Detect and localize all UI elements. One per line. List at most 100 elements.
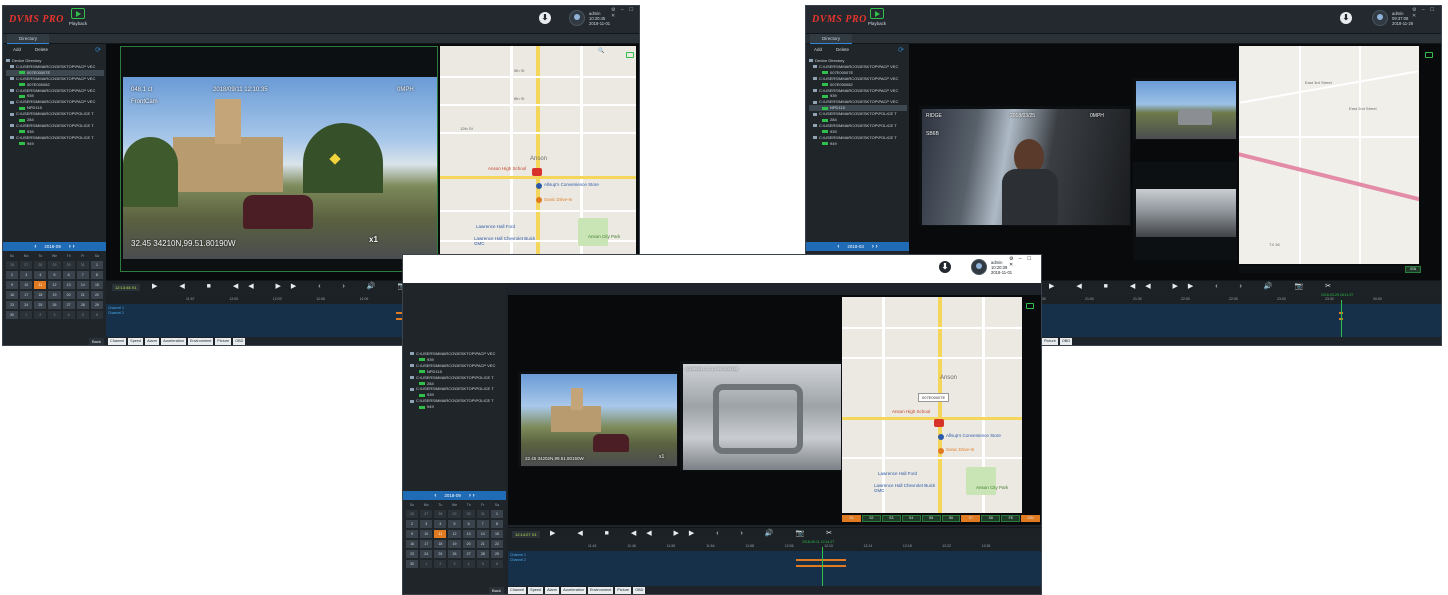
calendar-day[interactable]: 4 (462, 560, 475, 568)
calendar-day[interactable]: 21 (476, 540, 489, 548)
calendar-day[interactable]: 29 (90, 301, 103, 309)
prev-month-button[interactable]: ‹ (434, 493, 436, 499)
playback-cursor[interactable] (822, 547, 823, 586)
tree-channel[interactable]: 949 (6, 141, 104, 147)
calendar-day[interactable]: 21 (76, 291, 89, 299)
calendar-day[interactable]: 11 (34, 281, 47, 289)
download-icon[interactable]: ⬇ (539, 12, 551, 24)
calendar-day[interactable]: 1 (490, 510, 503, 518)
calendar-day[interactable]: 6 (90, 311, 103, 319)
refresh-icon[interactable]: ⟳ (95, 46, 101, 54)
calendar-day[interactable]: 15 (90, 281, 103, 289)
calendar-day[interactable]: 27 (462, 550, 475, 558)
calendar-day[interactable]: 27 (62, 301, 75, 309)
channel-button-s1[interactable]: S1 (842, 515, 861, 522)
recording-segment[interactable] (796, 565, 846, 567)
calendar-day[interactable]: 5 (476, 560, 489, 568)
next-month-button[interactable]: › › (872, 244, 878, 250)
calendar-day[interactable]: 6 (490, 560, 503, 568)
calendar-day[interactable]: 1 (420, 560, 433, 568)
calendar-day[interactable]: 26 (406, 510, 419, 518)
calendar-day[interactable]: 28 (476, 550, 489, 558)
video-panel-1[interactable]: 048.1 ct FrontCam 2018/09/11 12:10:35 0M… (120, 46, 438, 272)
tab-speed[interactable]: Speed (528, 587, 544, 594)
map-toggle-icon[interactable] (1425, 52, 1433, 58)
calendar-day[interactable]: 31 (76, 261, 89, 269)
calendar-day[interactable]: 26 (448, 550, 461, 558)
tab-obd[interactable]: OBD (233, 338, 246, 345)
calendar-day[interactable]: 13 (62, 281, 75, 289)
calendar-day[interactable]: 9 (6, 281, 19, 289)
tab-environment[interactable]: Environment (187, 338, 214, 345)
tree-device[interactable]: C:\USERS\MMARCO\DESKTOP\PACP VEC (6, 76, 104, 82)
calendar-day[interactable]: 2 (406, 520, 419, 528)
delete-button[interactable]: Delete (35, 47, 48, 52)
tree-device[interactable]: C:\USERS\MMARCO\DESKTOP\POLICE T (6, 135, 104, 141)
add-button[interactable]: Add (13, 47, 21, 52)
channel-button-s3[interactable]: S3 (881, 515, 901, 522)
calendar-day[interactable]: 16 (6, 291, 19, 299)
tab-obd[interactable]: OBD (1059, 338, 1073, 345)
channel-button-ign[interactable]: IGN (1405, 266, 1421, 273)
calendar-day[interactable]: 26 (6, 261, 19, 269)
tree-device[interactable]: C:\USERS\MMARCO\DESKTOP\PACP VEC (809, 76, 907, 82)
calendar-day[interactable]: 2 (34, 311, 47, 319)
calendar-day[interactable]: 24 (20, 301, 33, 309)
calendar-day[interactable]: 16 (406, 540, 419, 548)
download-icon[interactable]: ⬇ (1340, 12, 1352, 24)
channel-button-ign[interactable]: IGN (1021, 515, 1041, 522)
playback-button[interactable]: Playback (60, 8, 96, 26)
calendar-day[interactable]: 18 (434, 540, 447, 548)
calendar-day[interactable]: 6 (462, 520, 475, 528)
delete-button[interactable]: Delete (836, 47, 849, 52)
download-icon[interactable]: ⬇ (939, 261, 951, 273)
calendar-day[interactable]: 8 (490, 520, 503, 528)
calendar-day[interactable]: 4 (62, 311, 75, 319)
calendar-day[interactable]: 25 (34, 301, 47, 309)
map-panel[interactable]: East 3rd Street East 2nd Street TX 36 (1239, 46, 1419, 264)
refresh-icon[interactable]: ⟳ (898, 46, 904, 54)
tab-environment[interactable]: Environment (587, 587, 614, 594)
channel-button-s6[interactable]: S6 (941, 515, 961, 522)
tree-device[interactable]: C:\USERS\MMARCO\DESKTOP\POLICE T (406, 375, 504, 381)
calendar-day[interactable]: 30 (462, 510, 475, 518)
tree-device[interactable]: C:\USERS\MMARCO\DESKTOP\POLICE T (809, 135, 907, 141)
tab-picture[interactable]: Picture (1042, 338, 1058, 345)
calendar-day[interactable]: 3 (420, 520, 433, 528)
calendar-day[interactable]: 4 (434, 520, 447, 528)
tree-channel[interactable]: 949 (406, 404, 504, 410)
map-panel[interactable]: Anson 007E00007E Anson High School Allsu… (842, 297, 1022, 513)
map-panel[interactable]: 5th St 8th St 12th St Anson Anson High S… (440, 46, 636, 270)
tab-acceleration[interactable]: Acceleration (161, 338, 186, 345)
channel-button-s4[interactable]: S4 (901, 515, 921, 522)
tab-channel[interactable]: Channel (108, 338, 127, 345)
calendar-day[interactable]: 5 (76, 311, 89, 319)
calendar-day[interactable]: 17 (420, 540, 433, 548)
calendar-day[interactable]: 5 (48, 271, 61, 279)
calendar-day[interactable]: 22 (490, 540, 503, 548)
calendar-day[interactable]: 24 (420, 550, 433, 558)
calendar-day[interactable]: 4 (34, 271, 47, 279)
calendar-day[interactable]: 10 (420, 530, 433, 538)
calendar-day[interactable]: 28 (34, 261, 47, 269)
calendar-day[interactable]: 2 (6, 271, 19, 279)
calendar-day[interactable]: 23 (406, 550, 419, 558)
tab-speed[interactable]: Speed (128, 338, 144, 345)
tree-device[interactable]: C:\USERS\MMARCO\DESKTOP\PACP VEC (406, 363, 504, 369)
tree-device[interactable]: C:\USERS\MMARCO\DESKTOP\POLICE T (809, 123, 907, 129)
back-button[interactable]: Back (489, 587, 504, 594)
calendar-day[interactable]: 26 (48, 301, 61, 309)
calendar-day[interactable]: 1 (90, 261, 103, 269)
calendar-day[interactable]: 9 (406, 530, 419, 538)
video-panel-1[interactable]: RIDGE SB6B 2018/03/25 0MPH (919, 106, 1131, 226)
channel-button-s7[interactable]: S7 (961, 515, 981, 522)
tab-picture[interactable]: Picture (215, 338, 232, 345)
calendar-day[interactable]: 30 (406, 560, 419, 568)
calendar-day[interactable]: 28 (76, 301, 89, 309)
recording-segment[interactable] (796, 559, 846, 561)
window-buttons[interactable]: ⚙ – ☐ ✕ (1009, 256, 1041, 268)
tab-directory[interactable]: Directory (7, 34, 50, 44)
tab-alarm[interactable]: Alarm (145, 338, 160, 345)
tab-alarm[interactable]: Alarm (545, 587, 560, 594)
calendar-day[interactable]: 12 (448, 530, 461, 538)
